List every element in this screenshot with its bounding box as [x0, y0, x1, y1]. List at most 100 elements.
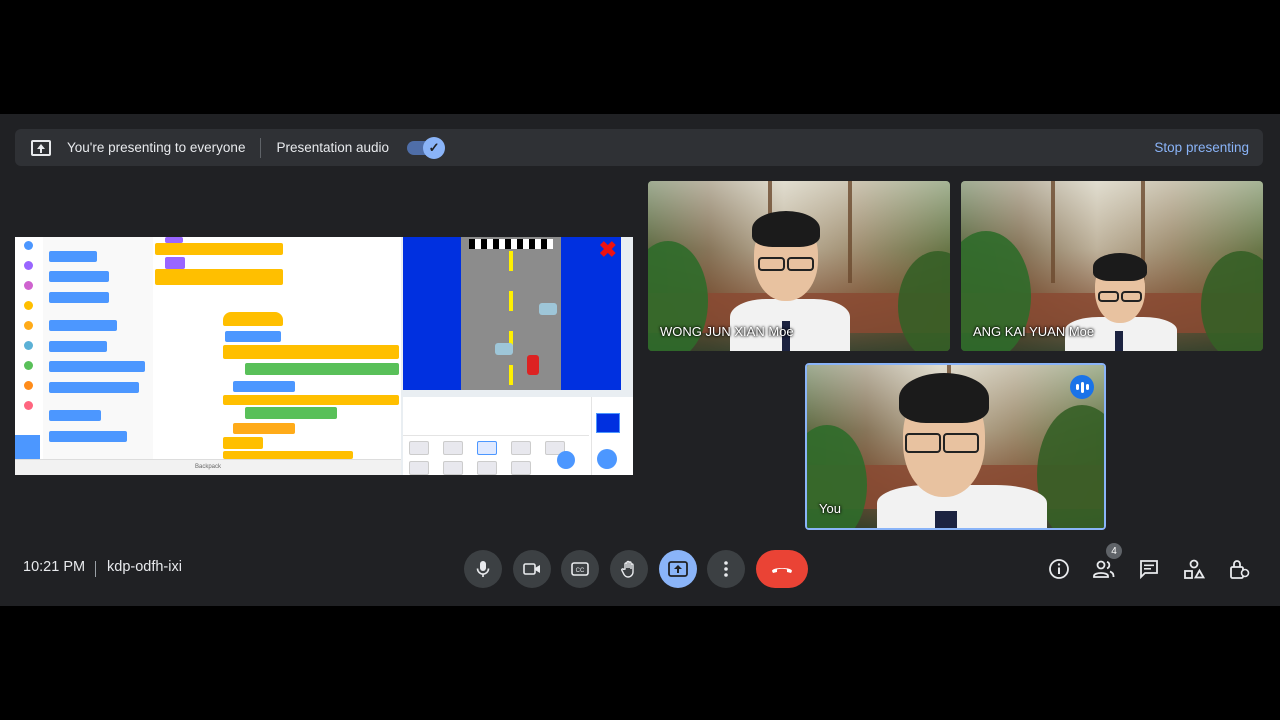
- script-block[interactable]: [223, 395, 399, 405]
- glasses: [943, 433, 979, 453]
- participant-tile-1[interactable]: WONG JUN XIAN Moe: [648, 181, 950, 351]
- script-block[interactable]: [245, 363, 399, 375]
- camera-button[interactable]: [513, 550, 551, 588]
- captions-button[interactable]: CC: [561, 550, 599, 588]
- person-hair: [752, 211, 820, 247]
- more-options-button[interactable]: [707, 550, 745, 588]
- presentation-audio-toggle[interactable]: ✓: [407, 136, 446, 159]
- glasses: [758, 257, 785, 271]
- script-block[interactable]: [223, 437, 263, 449]
- person-hair: [899, 373, 989, 423]
- glasses: [1121, 291, 1142, 302]
- block-point-direction[interactable]: [49, 410, 101, 421]
- captions-icon: CC: [571, 562, 589, 576]
- script-block[interactable]: [245, 407, 337, 419]
- category-myblocks-dot: [24, 401, 33, 410]
- sprite-thumbnail[interactable]: [477, 461, 497, 475]
- game-road: [461, 237, 561, 390]
- sprite-thumbnail[interactable]: [511, 441, 531, 455]
- block-palette[interactable]: [43, 237, 153, 459]
- svg-text:CC: CC: [576, 568, 585, 574]
- block-go-to-random[interactable]: [49, 320, 117, 331]
- background-plant: [898, 251, 950, 351]
- activities-icon: [1184, 559, 1205, 579]
- script-block[interactable]: [233, 423, 295, 434]
- game-stage[interactable]: ✖: [403, 237, 621, 390]
- sprite-panel[interactable]: [403, 397, 633, 475]
- shared-screen[interactable]: Backpack ✖: [15, 237, 633, 475]
- mic-icon: [476, 561, 490, 577]
- raise-hand-icon: [621, 560, 634, 578]
- glasses: [905, 433, 941, 453]
- mic-button[interactable]: [464, 550, 502, 588]
- backpack-bar[interactable]: Backpack: [15, 459, 401, 475]
- person-tie: [935, 511, 957, 528]
- script-area[interactable]: [153, 237, 401, 459]
- script-block[interactable]: [223, 345, 399, 359]
- camera-icon: [523, 563, 540, 575]
- chat-icon: [1140, 560, 1158, 580]
- stop-presenting-button[interactable]: Stop presenting: [1154, 140, 1249, 155]
- sprite-thumbnail-selected[interactable]: [477, 441, 497, 455]
- category-looks-dot: [24, 261, 33, 270]
- player-car: [527, 355, 539, 375]
- present-button[interactable]: [659, 550, 697, 588]
- sprite-thumbnail[interactable]: [511, 461, 531, 475]
- block-turn-left[interactable]: [49, 292, 109, 303]
- script-block[interactable]: [155, 269, 283, 285]
- choose-sprite-button[interactable]: [557, 451, 575, 469]
- block-turn-right[interactable]: [49, 271, 109, 282]
- participant-name: WONG JUN XIAN Moe: [660, 324, 794, 339]
- block-point-towards[interactable]: [49, 431, 127, 442]
- script-block[interactable]: [225, 331, 281, 342]
- enemy-car: [539, 303, 557, 315]
- presenting-text: You're presenting to everyone: [67, 140, 246, 155]
- info-icon: [1049, 559, 1069, 579]
- meeting-code: kdp-odfh-ixi: [107, 559, 182, 575]
- person-hair: [1093, 253, 1147, 281]
- banner-divider: [260, 137, 262, 158]
- category-motion-dot: [24, 241, 33, 250]
- sprite-thumbnail[interactable]: [443, 461, 463, 475]
- script-block[interactable]: [223, 451, 353, 459]
- block-glide-xy[interactable]: [49, 382, 139, 393]
- lane-marking: [509, 365, 513, 385]
- meeting-details-button[interactable]: [1047, 557, 1071, 581]
- lane-marking: [509, 251, 513, 271]
- participant-tile-2[interactable]: ANG KAI YUAN Moe: [961, 181, 1263, 351]
- script-block[interactable]: [165, 257, 185, 269]
- sprite-thumbnail[interactable]: [409, 461, 429, 475]
- people-button[interactable]: [1092, 557, 1116, 581]
- script-block[interactable]: [233, 381, 295, 392]
- background-beam: [1051, 181, 1055, 283]
- chat-button[interactable]: [1137, 557, 1161, 581]
- block-go-to-xy[interactable]: [49, 341, 107, 352]
- sprite-thumbnail[interactable]: [443, 441, 463, 455]
- background-beam: [848, 181, 852, 283]
- add-extension-button[interactable]: [15, 435, 40, 459]
- leave-call-button[interactable]: [756, 550, 808, 588]
- speaking-indicator-icon: [1070, 375, 1094, 399]
- raise-hand-button[interactable]: [610, 550, 648, 588]
- choose-backdrop-button[interactable]: [597, 449, 617, 469]
- sprite-thumbnail[interactable]: [409, 441, 429, 455]
- participant-name: ANG KAI YUAN Moe: [973, 324, 1095, 339]
- stage-thumbnail[interactable]: [596, 413, 620, 433]
- script-block[interactable]: [223, 312, 283, 326]
- activities-button[interactable]: [1182, 557, 1206, 581]
- presentation-audio-label: Presentation audio: [276, 140, 390, 155]
- category-control-dot: [24, 321, 33, 330]
- script-block[interactable]: [165, 237, 183, 243]
- person-tie: [1115, 331, 1123, 351]
- glasses: [787, 257, 814, 271]
- host-controls-button[interactable]: [1227, 557, 1251, 581]
- script-block[interactable]: [155, 243, 283, 255]
- stage-selector[interactable]: [591, 397, 622, 475]
- block-move[interactable]: [49, 251, 97, 262]
- self-tile[interactable]: You: [805, 363, 1106, 530]
- sprite-info: [403, 397, 589, 436]
- category-variables-dot: [24, 381, 33, 390]
- toggle-check-icon: ✓: [423, 136, 446, 159]
- block-glide-random[interactable]: [49, 361, 145, 372]
- lane-marking: [509, 291, 513, 311]
